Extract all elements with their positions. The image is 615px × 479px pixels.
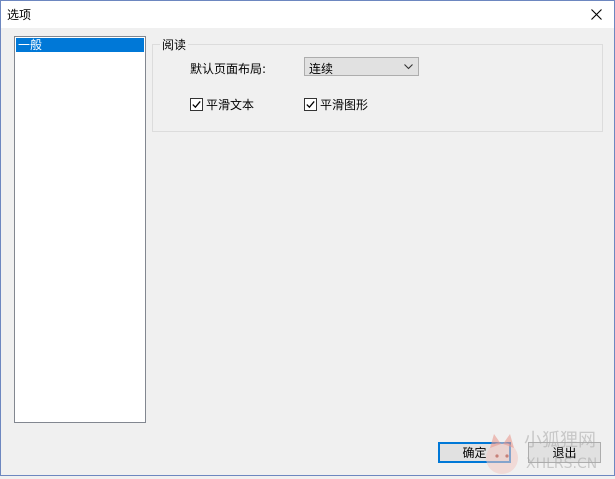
watermark-url: XHLRS.CN xyxy=(526,456,597,472)
checkmark-icon xyxy=(306,100,315,109)
smooth-text-option[interactable]: 平滑文本 xyxy=(190,97,254,112)
page-layout-value: 连续 xyxy=(309,62,334,76)
default-page-layout-label: 默认页面布局: xyxy=(190,62,267,76)
window-title: 选项 xyxy=(7,8,32,22)
checkmark-icon xyxy=(192,100,201,109)
category-item-label: 一般 xyxy=(18,38,43,52)
reading-group-label: 阅读 xyxy=(160,36,189,53)
smooth-text-label: 平滑文本 xyxy=(206,98,255,112)
title-bar[interactable]: 选项 xyxy=(1,1,614,28)
page-layout-select[interactable]: 连续 xyxy=(304,57,419,76)
chevron-down-icon xyxy=(404,64,413,70)
close-icon xyxy=(590,9,602,20)
site-watermark: 小狐狸网 XHLRS.CN xyxy=(474,420,614,476)
fox-logo-icon: 小狐狸网 XHLRS.CN xyxy=(486,430,597,474)
smooth-graphics-option[interactable]: 平滑图形 xyxy=(304,97,368,112)
smooth-graphics-checkbox[interactable] xyxy=(304,98,317,111)
watermark-text: 小狐狸网 xyxy=(524,430,596,451)
smooth-text-checkbox[interactable] xyxy=(190,98,203,111)
close-button[interactable] xyxy=(578,1,614,28)
smooth-graphics-label: 平滑图形 xyxy=(320,98,369,112)
category-item-general[interactable]: 一般 xyxy=(16,38,144,52)
category-list[interactable]: 一般 xyxy=(14,36,146,423)
